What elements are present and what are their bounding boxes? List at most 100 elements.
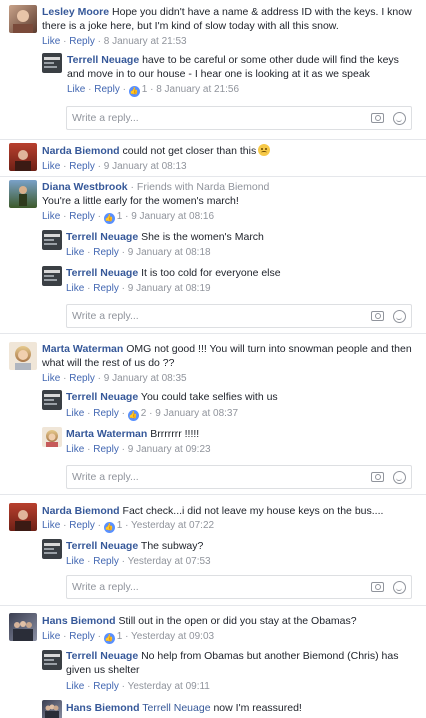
camera-icon[interactable] bbox=[371, 113, 384, 123]
reply-link[interactable]: Reply bbox=[69, 520, 95, 531]
reply-input[interactable] bbox=[72, 111, 342, 125]
reply-input[interactable] bbox=[72, 580, 342, 594]
reply-link[interactable]: Reply bbox=[94, 84, 120, 95]
avatar[interactable] bbox=[42, 539, 62, 559]
reply-link[interactable]: Reply bbox=[69, 211, 95, 222]
like-count[interactable]: 1 bbox=[117, 631, 123, 642]
timestamp[interactable]: 8 January at 21:53 bbox=[104, 36, 187, 47]
like-count[interactable]: 1 bbox=[117, 211, 123, 222]
reply-link[interactable]: Reply bbox=[93, 408, 119, 419]
avatar[interactable] bbox=[9, 613, 37, 641]
reply-body: Marta Waterman Brrrrrrr !!!!! bbox=[66, 427, 416, 441]
avatar[interactable] bbox=[9, 180, 37, 208]
reply-link[interactable]: Reply bbox=[93, 556, 119, 567]
reply-actions: Like · Reply · 👍 2 · 9 January at 08:37 bbox=[66, 408, 239, 421]
reply-input[interactable] bbox=[72, 309, 342, 323]
timestamp[interactable]: 9 January at 08:19 bbox=[128, 283, 211, 294]
author-name[interactable]: Hans Biemond bbox=[66, 702, 140, 714]
emoji-icon[interactable] bbox=[393, 112, 406, 125]
author-name[interactable]: Narda Biemond bbox=[42, 505, 120, 517]
like-link[interactable]: Like bbox=[42, 520, 60, 531]
timestamp[interactable]: 9 January at 08:16 bbox=[131, 211, 214, 222]
emoji-icon[interactable] bbox=[393, 310, 406, 323]
author-name[interactable]: Terrell Neuage bbox=[67, 54, 139, 66]
avatar[interactable] bbox=[9, 143, 37, 171]
comment-text: OMG not good !!! You will turn into snow… bbox=[126, 343, 412, 355]
reply-link[interactable]: Reply bbox=[69, 631, 95, 642]
author-name[interactable]: Marta Waterman bbox=[66, 428, 147, 440]
reply-link[interactable]: Reply bbox=[93, 283, 119, 294]
reply-actions: Like · Reply · 👍 1 · 8 January at 21:56 bbox=[67, 84, 240, 97]
timestamp[interactable]: Yesterday at 09:03 bbox=[131, 631, 214, 642]
timestamp[interactable]: Yesterday at 09:11 bbox=[128, 681, 210, 692]
avatar[interactable] bbox=[42, 266, 62, 286]
timestamp[interactable]: 9 January at 08:35 bbox=[104, 373, 187, 384]
mention-link[interactable]: Terrell Neuage bbox=[142, 702, 210, 714]
timestamp[interactable]: 9 January at 08:18 bbox=[128, 247, 211, 258]
like-count[interactable]: 1 bbox=[117, 520, 123, 531]
like-link[interactable]: Like bbox=[42, 36, 60, 47]
emoji-icon[interactable] bbox=[393, 471, 406, 484]
avatar[interactable] bbox=[9, 5, 37, 33]
like-count[interactable]: 1 bbox=[142, 84, 148, 95]
like-link[interactable]: Like bbox=[67, 84, 85, 95]
timestamp[interactable]: 8 January at 21:56 bbox=[156, 84, 239, 95]
like-link[interactable]: Like bbox=[42, 631, 60, 642]
author-name[interactable]: Terrell Neuage bbox=[66, 650, 138, 662]
reply-composer[interactable] bbox=[66, 304, 412, 328]
avatar[interactable] bbox=[42, 650, 62, 670]
avatar[interactable] bbox=[42, 390, 62, 410]
author-name[interactable]: Lesley Moore bbox=[42, 6, 109, 18]
like-count[interactable]: 2 bbox=[141, 408, 147, 419]
author-name[interactable]: Marta Waterman bbox=[42, 343, 123, 355]
timestamp[interactable]: 9 January at 08:13 bbox=[104, 161, 187, 172]
author-name[interactable]: Terrell Neuage bbox=[66, 391, 138, 403]
like-link[interactable]: Like bbox=[66, 283, 84, 294]
like-link[interactable]: Like bbox=[66, 247, 84, 258]
thumbs-up-icon[interactable]: 👍 bbox=[127, 410, 139, 421]
avatar[interactable] bbox=[42, 700, 62, 718]
like-link[interactable]: Like bbox=[42, 211, 60, 222]
reply-link[interactable]: Reply bbox=[69, 161, 95, 172]
like-link[interactable]: Like bbox=[42, 373, 60, 384]
thumbs-up-icon[interactable]: 👍 bbox=[128, 86, 140, 97]
avatar[interactable] bbox=[9, 342, 37, 370]
avatar[interactable] bbox=[9, 503, 37, 531]
reply-link[interactable]: Reply bbox=[93, 247, 119, 258]
avatar[interactable] bbox=[42, 427, 62, 447]
author-name[interactable]: Narda Biemond bbox=[42, 145, 120, 157]
thumbs-up-icon[interactable]: 👍 bbox=[103, 522, 115, 533]
author-name[interactable]: Hans Biemond bbox=[42, 615, 116, 627]
timestamp[interactable]: Yesterday at 07:53 bbox=[128, 556, 211, 567]
reply-composer[interactable] bbox=[66, 465, 412, 489]
timestamp[interactable]: Yesterday at 07:22 bbox=[131, 520, 214, 531]
reply-input[interactable] bbox=[72, 470, 342, 484]
like-link[interactable]: Like bbox=[66, 681, 84, 692]
reply-link[interactable]: Reply bbox=[69, 36, 95, 47]
reply-link[interactable]: Reply bbox=[93, 444, 119, 455]
reply-composer[interactable] bbox=[66, 575, 412, 599]
like-link[interactable]: Like bbox=[66, 408, 84, 419]
like-link[interactable]: Like bbox=[66, 444, 84, 455]
camera-icon[interactable] bbox=[371, 311, 384, 321]
author-name[interactable]: Terrell Neuage bbox=[66, 540, 138, 552]
reply-link[interactable]: Reply bbox=[93, 681, 119, 692]
timestamp[interactable]: 9 January at 08:37 bbox=[155, 408, 238, 419]
author-name[interactable]: Diana Westbrook bbox=[42, 181, 128, 193]
thumbs-up-icon[interactable]: 👍 bbox=[103, 633, 115, 644]
thumbs-up-icon[interactable]: 👍 bbox=[103, 213, 115, 224]
author-name[interactable]: Terrell Neuage bbox=[66, 231, 138, 243]
avatar[interactable] bbox=[42, 53, 62, 73]
like-link[interactable]: Like bbox=[42, 161, 60, 172]
like-link[interactable]: Like bbox=[66, 556, 84, 567]
comment-text: have to be careful or some other dude wi… bbox=[142, 54, 399, 66]
reply-link[interactable]: Reply bbox=[69, 373, 95, 384]
author-name[interactable]: Terrell Neuage bbox=[66, 267, 138, 279]
camera-icon[interactable] bbox=[371, 582, 384, 592]
reply-composer[interactable] bbox=[66, 106, 412, 130]
avatar[interactable] bbox=[42, 230, 62, 250]
comment-text: Hope you didn't have a name & address ID… bbox=[112, 6, 412, 18]
timestamp[interactable]: 9 January at 09:23 bbox=[128, 444, 211, 455]
emoji-icon[interactable] bbox=[393, 581, 406, 594]
camera-icon[interactable] bbox=[371, 472, 384, 482]
